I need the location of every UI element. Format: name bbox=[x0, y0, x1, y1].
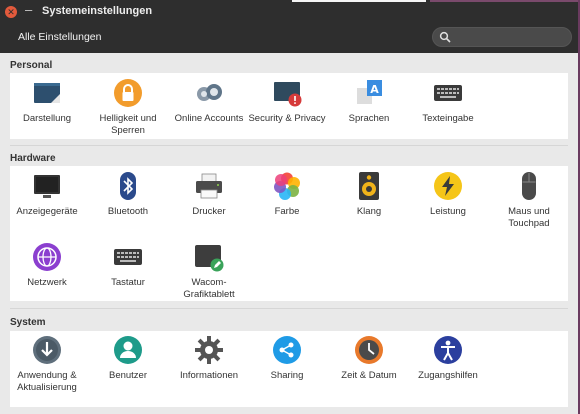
item-anzeigegeraete[interactable]: Anzeigegeräte bbox=[7, 171, 87, 218]
section-divider bbox=[10, 145, 568, 146]
speaker-icon bbox=[359, 172, 379, 200]
search-icon bbox=[439, 31, 451, 43]
item-benutzer[interactable]: Benutzer bbox=[88, 335, 168, 382]
close-icon[interactable]: ✕ bbox=[5, 6, 17, 18]
wacom-tablet-icon bbox=[195, 245, 224, 272]
panel-strip-light bbox=[292, 0, 426, 2]
window-title: Systemeinstellungen bbox=[42, 5, 153, 17]
titlebar: ✕ – Systemeinstellungen bbox=[0, 0, 578, 24]
item-wacom[interactable]: Wacom-Grafiktablett bbox=[169, 242, 249, 300]
panel-strip-purple bbox=[430, 0, 578, 2]
settings-window: ✕ – Systemeinstellungen Alle Einstellung… bbox=[0, 0, 580, 414]
keyboard-input-icon bbox=[434, 85, 462, 101]
printer-icon bbox=[196, 173, 222, 199]
bluetooth-icon bbox=[120, 172, 136, 200]
item-online-accounts[interactable]: Online Accounts bbox=[169, 78, 249, 125]
mouse-icon bbox=[522, 172, 536, 200]
item-bluetooth[interactable]: Bluetooth bbox=[88, 171, 168, 218]
clock-icon bbox=[355, 336, 383, 364]
headerbar: Alle Einstellungen bbox=[0, 24, 578, 53]
all-settings-button[interactable]: Alle Einstellungen bbox=[18, 31, 101, 43]
svg-text:A: A bbox=[370, 83, 379, 96]
keyboard-icon bbox=[114, 249, 142, 265]
display-icon bbox=[34, 175, 60, 198]
item-texteingabe[interactable]: Texteingabe bbox=[408, 78, 488, 125]
settings-content: Personal Darstellung Helligkeit und Sper… bbox=[0, 53, 578, 414]
section-title-system: System bbox=[10, 317, 46, 328]
color-icon bbox=[274, 172, 300, 200]
accessibility-icon bbox=[434, 336, 462, 364]
search-input[interactable] bbox=[432, 27, 572, 47]
security-privacy-icon bbox=[274, 82, 302, 107]
item-zugangshilfen[interactable]: Zugangshilfen bbox=[408, 335, 488, 382]
language-icon: A bbox=[357, 80, 382, 104]
power-icon bbox=[434, 172, 462, 200]
lock-icon bbox=[114, 79, 142, 107]
share-icon bbox=[273, 336, 301, 364]
item-leistung[interactable]: Leistung bbox=[408, 171, 488, 218]
appearance-icon bbox=[34, 83, 60, 103]
online-accounts-icon bbox=[197, 84, 222, 101]
software-updates-icon bbox=[33, 336, 61, 364]
item-sharing[interactable]: Sharing bbox=[247, 335, 327, 382]
item-sprachen[interactable]: A Sprachen bbox=[329, 78, 409, 125]
network-icon bbox=[33, 243, 61, 271]
item-informationen[interactable]: Informationen bbox=[169, 335, 249, 382]
item-klang[interactable]: Klang bbox=[329, 171, 409, 218]
gear-icon bbox=[195, 336, 223, 364]
section-divider bbox=[10, 308, 568, 309]
user-icon bbox=[114, 336, 142, 364]
minimize-icon[interactable]: – bbox=[25, 3, 35, 17]
item-maus-touchpad[interactable]: Maus und Touchpad bbox=[489, 171, 569, 229]
item-netzwerk[interactable]: Netzwerk bbox=[7, 242, 87, 289]
section-title-personal: Personal bbox=[10, 60, 53, 71]
item-helligkeit[interactable]: Helligkeit und Sperren bbox=[88, 78, 168, 136]
section-title-hardware: Hardware bbox=[10, 153, 56, 164]
item-tastatur[interactable]: Tastatur bbox=[88, 242, 168, 289]
item-darstellung[interactable]: Darstellung bbox=[7, 78, 87, 125]
item-farbe[interactable]: Farbe bbox=[247, 171, 327, 218]
item-zeit-datum[interactable]: Zeit & Datum bbox=[329, 335, 409, 382]
item-anwendung-aktualisierung[interactable]: Anwendung & Aktualisierung bbox=[7, 335, 87, 393]
item-drucker[interactable]: Drucker bbox=[169, 171, 249, 218]
item-security-privacy[interactable]: Security & Privacy bbox=[247, 78, 327, 125]
